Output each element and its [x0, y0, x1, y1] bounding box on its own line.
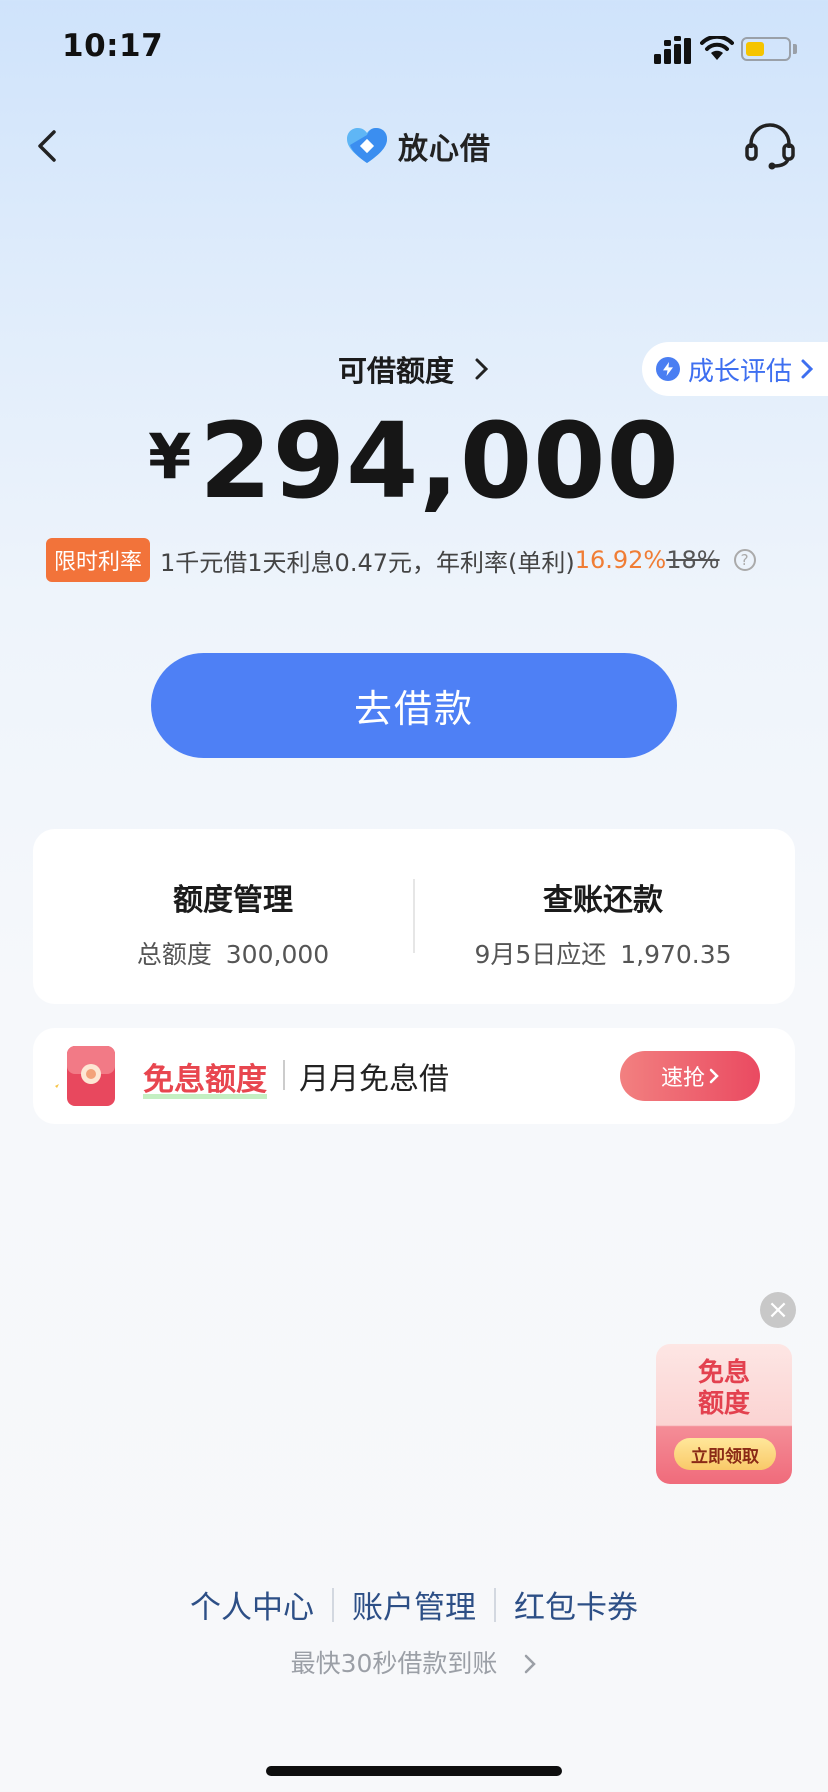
- footer-link-coupons[interactable]: 红包卡券: [514, 1582, 638, 1627]
- app-title: 放心借: [398, 132, 491, 167]
- back-button[interactable]: [28, 120, 68, 172]
- chevron-right-icon: [709, 1068, 719, 1084]
- home-indicator[interactable]: [266, 1766, 562, 1776]
- grab-now-label: 速抢: [660, 1066, 705, 1091]
- promo-separator: [283, 1060, 285, 1090]
- promo-subtitle: 月月免息借: [299, 1062, 449, 1097]
- app-brand: 放心借: [346, 124, 491, 168]
- chevron-right-icon: [525, 1654, 537, 1674]
- claim-now-button[interactable]: 立即领取: [674, 1438, 776, 1470]
- footer-separator: [494, 1587, 496, 1622]
- lightning-icon: [656, 357, 680, 381]
- borrow-button[interactable]: 去借款: [151, 653, 677, 758]
- credit-label-text: 可借额度: [337, 354, 454, 388]
- original-rate: 18%: [666, 546, 720, 574]
- status-time: 10:17: [62, 28, 164, 64]
- footer-separator: [332, 1587, 334, 1622]
- wifi-icon: [700, 36, 734, 60]
- growth-label: 成长评估: [688, 356, 793, 387]
- interest-free-promo-card[interactable]: 免息额度 月月免息借 速抢: [33, 1028, 795, 1124]
- card-divider: [413, 879, 415, 953]
- chevron-right-icon: [801, 359, 814, 379]
- total-limit-label: 总额度: [136, 940, 212, 969]
- interest-rate-row: 限时利率 1千元借1天利息0.47元，年利率(单利) 16.92% 18% ?: [46, 538, 756, 582]
- limit-management-title: 额度管理: [173, 883, 293, 918]
- bill-repayment-title: 查账还款: [543, 883, 663, 918]
- grab-now-button[interactable]: 速抢: [620, 1051, 760, 1101]
- footer-note-text: 最快30秒借款到账: [290, 1649, 498, 1678]
- due-date-label: 9月5日应还: [474, 940, 607, 969]
- total-limit-value: 300,000: [225, 940, 330, 969]
- current-rate: 16.92%: [574, 546, 667, 574]
- interest-free-float-widget[interactable]: 免息 额度 立即领取: [656, 1344, 792, 1484]
- credit-amount-value: 294,000: [199, 400, 680, 522]
- float-title-line2: 额度: [697, 1389, 750, 1419]
- float-title-line1: 免息: [697, 1358, 750, 1388]
- rate-description: 1千元借1天利息0.47元，年利率(单利): [160, 548, 575, 577]
- help-icon[interactable]: ?: [733, 549, 756, 571]
- promo-title: 免息额度: [143, 1054, 267, 1099]
- growth-assessment-button[interactable]: 成长评估: [642, 342, 828, 396]
- cellular-signal-icon: [654, 36, 691, 64]
- float-title: 免息 额度: [656, 1358, 792, 1420]
- heart-logo-icon: [347, 128, 387, 163]
- limit-management-entry[interactable]: 额度管理 总额度 300,000: [53, 875, 413, 971]
- battery-icon: [741, 37, 791, 61]
- red-envelope-icon: [55, 1046, 115, 1106]
- footer-note[interactable]: 最快30秒借款到账: [0, 1644, 828, 1680]
- account-management-card: 额度管理 总额度 300,000 查账还款 9月5日应还 1,970.35: [33, 829, 795, 1004]
- due-amount-value: 1,970.35: [620, 940, 732, 969]
- limited-rate-badge: 限时利率: [46, 538, 151, 582]
- chevron-right-icon: [474, 354, 490, 388]
- bill-repayment-entry[interactable]: 查账还款 9月5日应还 1,970.35: [423, 875, 783, 971]
- customer-service-headset-icon[interactable]: [742, 120, 798, 172]
- close-float-button[interactable]: ×: [760, 1292, 796, 1328]
- footer-link-account-management[interactable]: 账户管理: [352, 1582, 476, 1627]
- available-credit-amount: ¥294,000: [0, 400, 828, 522]
- battery-tip: [793, 44, 797, 54]
- footer-links: 个人中心 账户管理 红包卡券: [0, 1582, 828, 1627]
- due-amount-line: 9月5日应还 1,970.35: [423, 935, 783, 971]
- total-limit-line: 总额度 300,000: [53, 935, 413, 971]
- footer-link-personal-center[interactable]: 个人中心: [190, 1582, 314, 1627]
- currency-symbol: ¥: [148, 420, 192, 493]
